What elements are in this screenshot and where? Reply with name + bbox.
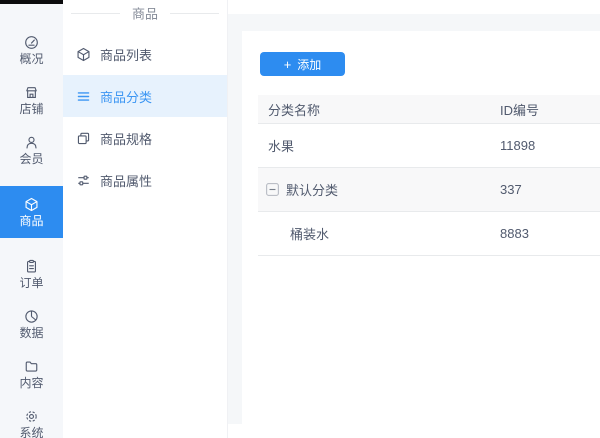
add-button-label: 添加 xyxy=(297,56,321,73)
sidebar-item-order[interactable]: 订单 xyxy=(0,260,63,288)
table-row[interactable]: 水果 11898 xyxy=(258,124,600,168)
product-list-icon xyxy=(76,47,91,62)
sidebar-item-label: 店铺 xyxy=(19,103,43,115)
sidebar-item-label: 系统 xyxy=(19,427,43,438)
menu-item-category[interactable]: 商品分类 xyxy=(63,75,227,117)
sidebar-item-data[interactable]: 数据 xyxy=(0,310,63,338)
dashboard-icon xyxy=(24,35,39,50)
add-category-button[interactable]: + 添加 xyxy=(260,52,345,76)
data-icon xyxy=(24,309,39,324)
sidebar-item-label: 数据 xyxy=(19,327,43,339)
product-icon xyxy=(24,197,39,212)
sidebar-item-label: 内容 xyxy=(19,377,43,389)
content-card: + 添加 分类名称 ID编号 水果 11898 默认分类 337 桶装水 888… xyxy=(242,31,600,438)
table-row[interactable]: 默认分类 337 xyxy=(258,168,600,212)
sidebar-item-dashboard[interactable]: 概况 xyxy=(0,36,63,64)
content-icon xyxy=(24,359,39,374)
secondary-sidebar-nav: 商品列表 商品分类 商品规格 商品属性 xyxy=(63,28,227,201)
secondary-sidebar-title: 商品 xyxy=(120,4,170,23)
category-name-cell: 桶装水 xyxy=(258,224,490,243)
window-top-bar xyxy=(0,0,63,4)
menu-item-label: 商品分类 xyxy=(100,87,152,106)
attribute-icon xyxy=(76,173,91,188)
sidebar-item-system[interactable]: 系统 xyxy=(0,410,63,438)
category-id-cell: 11898 xyxy=(490,138,600,153)
menu-item-product-list[interactable]: 商品列表 xyxy=(63,33,227,75)
menu-item-label: 商品规格 xyxy=(100,129,152,148)
primary-sidebar: 概况 店铺 会员 商品 订单 数据 内容 系统 xyxy=(0,0,63,438)
main-content: + 添加 分类名称 ID编号 水果 11898 默认分类 337 桶装水 888… xyxy=(227,0,600,438)
menu-item-label: 商品属性 xyxy=(100,171,152,190)
member-icon xyxy=(24,135,39,150)
secondary-sidebar-header: 商品 xyxy=(63,0,227,28)
spec-icon xyxy=(76,131,91,146)
category-table: 分类名称 ID编号 水果 11898 默认分类 337 桶装水 8883 xyxy=(258,95,600,256)
order-icon xyxy=(24,259,39,274)
sidebar-item-label: 订单 xyxy=(19,277,43,289)
sidebar-item-content[interactable]: 内容 xyxy=(0,360,63,388)
sidebar-item-store[interactable]: 店铺 xyxy=(0,86,63,114)
sidebar-item-product[interactable]: 商品 xyxy=(0,186,63,238)
primary-sidebar-nav: 概况 店铺 会员 商品 订单 数据 内容 系统 xyxy=(0,0,63,438)
column-header-id: ID编号 xyxy=(490,100,600,119)
table-body: 水果 11898 默认分类 337 桶装水 8883 xyxy=(258,124,600,256)
menu-item-attribute[interactable]: 商品属性 xyxy=(63,159,227,201)
category-name: 水果 xyxy=(268,136,294,155)
system-icon xyxy=(24,409,39,424)
sidebar-item-label: 概况 xyxy=(19,53,43,65)
category-name-cell: 默认分类 xyxy=(258,180,490,199)
category-name-cell: 水果 xyxy=(258,136,490,155)
collapse-icon[interactable] xyxy=(266,183,279,196)
column-header-name: 分类名称 xyxy=(258,100,490,119)
menu-item-label: 商品列表 xyxy=(100,45,152,64)
sidebar-item-label: 商品 xyxy=(19,215,43,227)
category-id-cell: 8883 xyxy=(490,226,600,241)
category-name: 默认分类 xyxy=(286,180,338,199)
category-name: 桶装水 xyxy=(290,224,329,243)
store-icon xyxy=(24,85,39,100)
sidebar-item-label: 会员 xyxy=(19,153,43,165)
admin-app-window: 概况 店铺 会员 商品 订单 数据 内容 系统 商品 商品列表 商品分类 xyxy=(0,0,600,438)
plus-icon: + xyxy=(284,58,292,71)
secondary-sidebar: 商品 商品列表 商品分类 商品规格 商品属性 xyxy=(63,0,228,438)
menu-item-spec[interactable]: 商品规格 xyxy=(63,117,227,159)
category-id-cell: 337 xyxy=(490,182,600,197)
table-header-row: 分类名称 ID编号 xyxy=(258,95,600,124)
table-row[interactable]: 桶装水 8883 xyxy=(258,212,600,256)
category-icon xyxy=(76,89,91,104)
sidebar-item-member[interactable]: 会员 xyxy=(0,136,63,164)
